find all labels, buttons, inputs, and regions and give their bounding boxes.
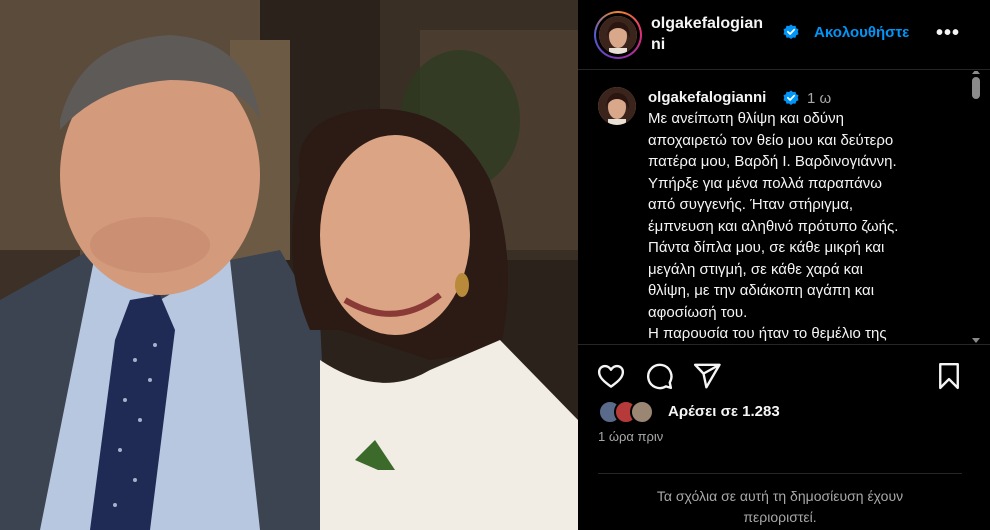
scrollbar-thumb[interactable] [972, 77, 980, 99]
verified-badge-icon [783, 24, 799, 45]
restricted-line: Τα σχόλια σε αυτή τη δημοσίευση έχουν [656, 488, 904, 504]
scroll-down-icon[interactable] [972, 338, 980, 343]
bookmark-icon[interactable] [934, 361, 964, 391]
liker-avatar[interactable] [630, 400, 654, 424]
caption-username[interactable]: olgakefalogianni [648, 89, 766, 106]
caption-line: μεγάλη στιγμή, σε κάθε χαρά και [648, 260, 863, 278]
share-icon[interactable] [692, 361, 722, 391]
story-avatar[interactable] [594, 11, 642, 59]
scroll-up-icon[interactable] [972, 71, 980, 74]
header-username[interactable]: olgakefalogianni [651, 13, 771, 55]
post-actions [578, 357, 990, 397]
caption-line: αφοσίωσή του. [648, 303, 748, 321]
post-header: olgakefalogianni Ακολουθήστε ••• [578, 0, 990, 70]
post-side-panel: olgakefalogianni Ακολουθήστε ••• olgakef… [578, 0, 990, 530]
post-photo[interactable] [0, 0, 578, 530]
more-options-icon[interactable]: ••• [936, 22, 960, 45]
divider [598, 473, 962, 474]
comment-icon[interactable] [644, 361, 674, 391]
post-timestamp[interactable]: 1 ώρα πριν [598, 429, 663, 444]
caption-line: Πάντα δίπλα μου, σε κάθε μικρή και [648, 239, 885, 256]
caption-scroll-area[interactable]: olgakefalogianni 1 ω Με ανείπωτη θλίψη κ… [578, 71, 990, 345]
caption-avatar[interactable] [598, 87, 636, 125]
caption-line: Υπήρξε για μένα πολλά παραπάνω [648, 174, 882, 192]
restricted-line: περιοριστεί. [743, 509, 817, 525]
heart-icon[interactable] [596, 361, 626, 391]
caption-line: έμπνευση και αληθινό πρότυπο ζωής. [648, 217, 899, 235]
caption-line: αποχαιρετώ τον θείο μου και δεύτερο [648, 131, 894, 149]
caption-line: Με ανείπωτη θλίψη και οδύνη [648, 110, 844, 127]
caption-line: από συγγενής. Ήταν στήριγμα, [648, 196, 854, 213]
comments-restricted-notice: Τα σχόλια σε αυτή τη δημοσίευση έχουν πε… [598, 486, 962, 528]
avatar [599, 16, 637, 54]
caption-time[interactable]: 1 ω [807, 90, 831, 107]
caption-scrollbar[interactable] [970, 71, 982, 344]
caption-text: Με ανείπωτη θλίψη και οδύνη αποχαιρετώ τ… [648, 108, 963, 344]
caption-line: Η παρουσία του ήταν το θεμέλιο της [648, 325, 887, 342]
likes-count[interactable]: Αρέσει σε 1.283 [668, 403, 780, 420]
caption-line: θλίψη, με την αδιάκοπη αγάπη και [648, 282, 875, 299]
caption-line: πατέρα μου, Βαρδή Ι. Βαρδινογιάννη. [648, 153, 897, 170]
follow-button[interactable]: Ακολουθήστε [814, 24, 909, 41]
post-photo-image [0, 0, 578, 530]
